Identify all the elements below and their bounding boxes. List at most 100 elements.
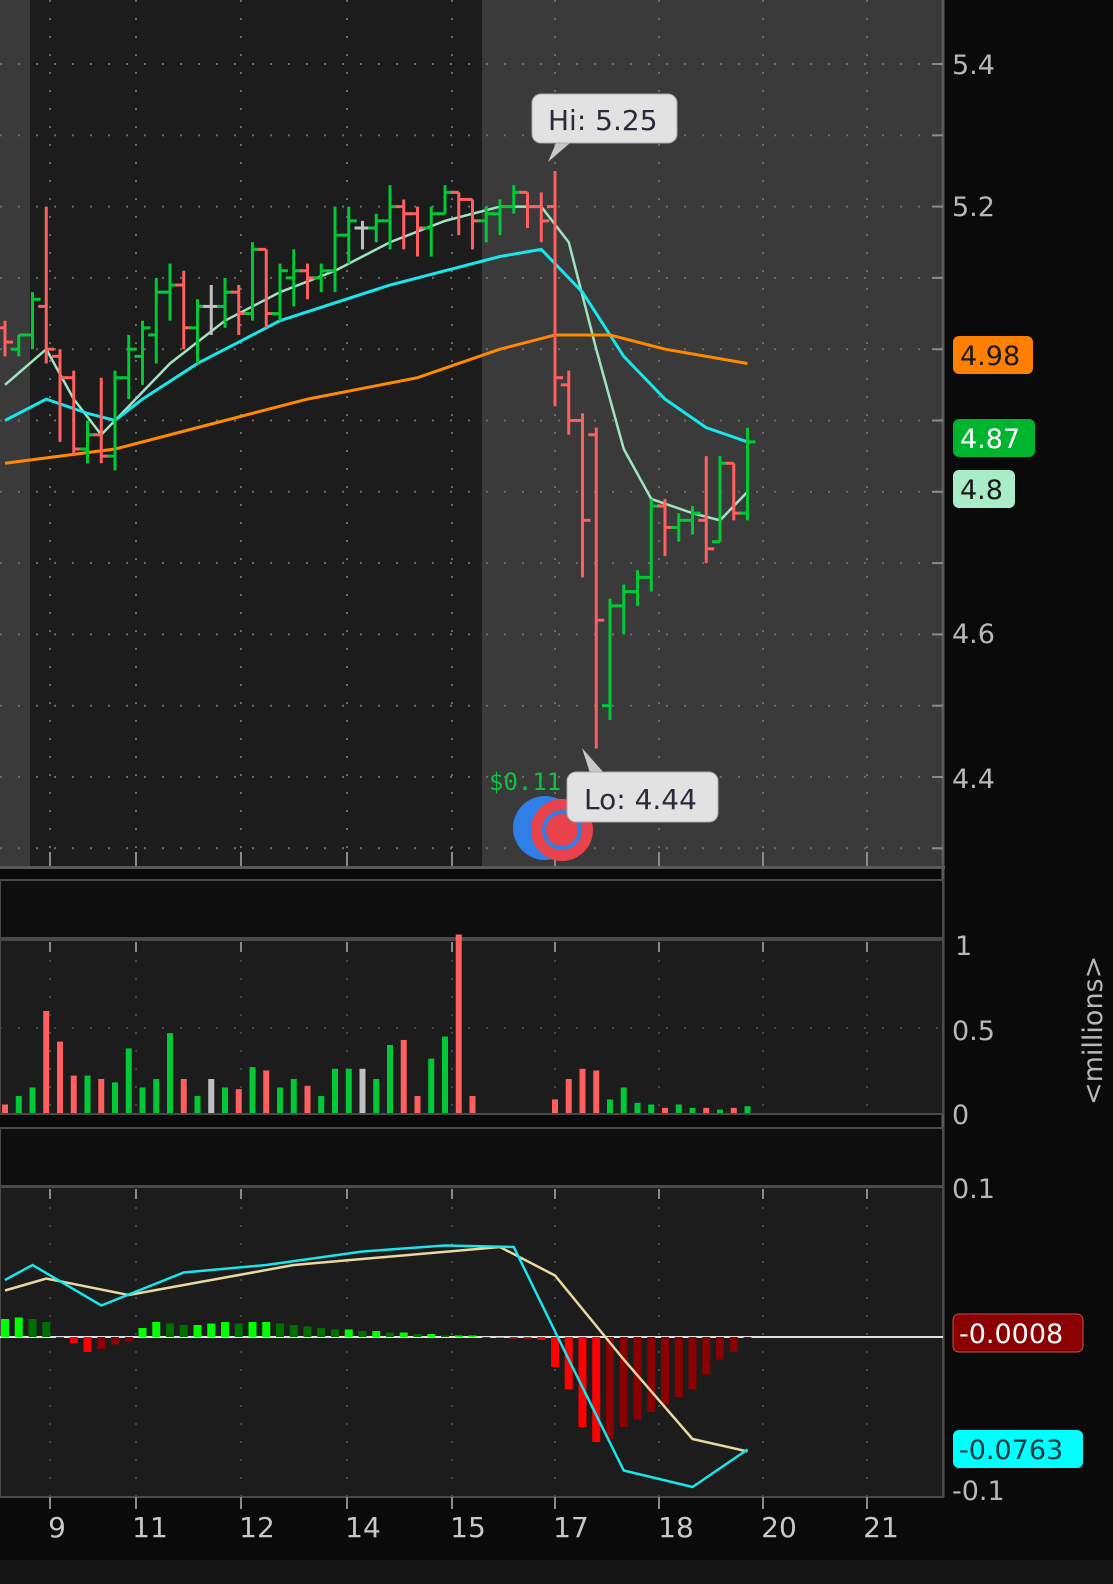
volume-bar — [194, 1096, 201, 1113]
volume-bar — [703, 1107, 710, 1113]
macd-hist-bar — [111, 1337, 119, 1345]
macd-hist-bar — [702, 1337, 711, 1375]
volume-bar — [552, 1099, 558, 1113]
dividend-label: $0.11 — [489, 768, 561, 796]
price-panel-border — [0, 866, 945, 869]
macd-hist-bar — [688, 1337, 697, 1390]
volume-bar — [125, 1048, 132, 1113]
price-tick: 5.4 — [952, 50, 995, 81]
macd-hist-bar — [207, 1323, 216, 1337]
bubble-value: -0.0763 — [959, 1435, 1063, 1466]
macd-hist-bar — [221, 1322, 229, 1337]
price-tick: 4.6 — [952, 619, 995, 650]
volume-tick: 0.5 — [952, 1016, 995, 1047]
volume-bar — [208, 1079, 215, 1113]
macd-tick: -0.1 — [952, 1476, 1005, 1507]
volume-header — [0, 879, 944, 939]
macd-hist-bar — [303, 1326, 312, 1337]
macd-hist-bar — [124, 1337, 133, 1342]
macd-tick: 0.1 — [952, 1174, 995, 1205]
x-tick: 21 — [863, 1511, 899, 1544]
macd-hist-bar — [551, 1337, 559, 1367]
volume-unit-label: <millions> — [1078, 956, 1109, 1105]
macd-hist-bar — [496, 1337, 504, 1338]
macd-hist-bar — [592, 1337, 601, 1442]
macd-hist-bar — [56, 1337, 64, 1338]
macd-hist-bar — [344, 1329, 353, 1337]
macd-bubble-diff: -0.0008 — [952, 1313, 1084, 1353]
volume-bar — [359, 1068, 366, 1113]
macd-hist-bar — [606, 1337, 614, 1439]
volume-bar — [290, 1079, 297, 1113]
price-tick: 4.4 — [952, 764, 995, 795]
volume-bar — [607, 1099, 613, 1113]
macd-hist-bar — [716, 1337, 724, 1360]
macd-hist-bar — [14, 1317, 23, 1337]
macd-hist-bar — [138, 1328, 147, 1337]
macd-hist-bar — [619, 1337, 628, 1427]
volume-bar — [428, 1058, 435, 1113]
volume-bar — [469, 1096, 476, 1113]
volume-bar — [593, 1070, 600, 1113]
volume-bar — [373, 1079, 380, 1113]
volume-bar — [689, 1107, 696, 1113]
macd-hist-bar — [729, 1337, 738, 1352]
volume-bar — [565, 1079, 572, 1113]
volume-bar — [15, 1096, 22, 1113]
volume-bar — [579, 1068, 586, 1113]
volume-bar — [648, 1104, 655, 1113]
volume-bar — [455, 934, 462, 1113]
x-tick: 17 — [553, 1511, 589, 1544]
x-tick: 20 — [761, 1511, 797, 1544]
macd-hist-bar — [399, 1332, 408, 1337]
volume-bar — [387, 1045, 393, 1113]
macd-hist-bar — [358, 1331, 367, 1337]
volume-tick: 1 — [955, 931, 972, 962]
volume-bar — [345, 1068, 352, 1113]
volume-bar — [112, 1082, 118, 1113]
x-tick: 12 — [239, 1511, 275, 1544]
x-tick: 11 — [132, 1511, 168, 1544]
bubble-value: -0.0008 — [959, 1319, 1063, 1350]
volume-tick: 0 — [952, 1100, 969, 1131]
macd-hist-bar — [83, 1337, 92, 1352]
macd-hist-bar — [289, 1325, 298, 1337]
bubble-value: 4.8 — [960, 475, 1003, 506]
macd-hist-bar — [441, 1335, 449, 1337]
macd-hist-bar — [234, 1323, 243, 1337]
volume-bar — [2, 1104, 8, 1113]
macd-hist-bar — [248, 1322, 257, 1337]
macd-panel-bg[interactable] — [0, 1186, 944, 1498]
macd-hist-bar — [427, 1334, 436, 1337]
volume-bar — [332, 1068, 338, 1113]
x-tick: 14 — [345, 1511, 381, 1544]
volume-bar — [620, 1087, 627, 1113]
macd-hist-bar — [42, 1322, 51, 1337]
volume-bar — [235, 1089, 242, 1113]
bubble-value: 4.87 — [960, 424, 1020, 455]
macd-hist-bar — [1, 1319, 9, 1337]
volume-bar — [98, 1079, 105, 1113]
macd-hist-bar — [331, 1329, 339, 1337]
volume-bar — [717, 1109, 723, 1113]
macd-hist-bar — [97, 1337, 106, 1349]
volume-bar — [634, 1102, 641, 1113]
volume-bar — [249, 1067, 256, 1113]
volume-bar — [277, 1087, 283, 1113]
volume-bar — [139, 1087, 146, 1113]
macd-hist-bar — [674, 1337, 683, 1397]
bottom-toolbar — [0, 1560, 1113, 1584]
volume-bar — [57, 1041, 63, 1113]
macd-hist-bar — [386, 1332, 394, 1337]
macd-bubble-value: -0.0763 — [953, 1430, 1083, 1468]
macd-hist-bar — [152, 1322, 161, 1337]
volume-bar — [43, 1011, 50, 1113]
macd-hist-bar — [454, 1335, 463, 1337]
price-bubble-sma: 4.98 — [953, 336, 1033, 374]
chart-canvas[interactable]: 5.4 5.2 4.6 4.4 1 0.5 0 <millions> 0.1 -… — [0, 0, 1113, 1584]
volume-bar — [167, 1033, 173, 1113]
macd-hist-bar — [193, 1325, 202, 1337]
volume-bar — [400, 1039, 407, 1113]
volume-bar — [29, 1087, 36, 1113]
macd-hist-bar — [661, 1337, 669, 1405]
